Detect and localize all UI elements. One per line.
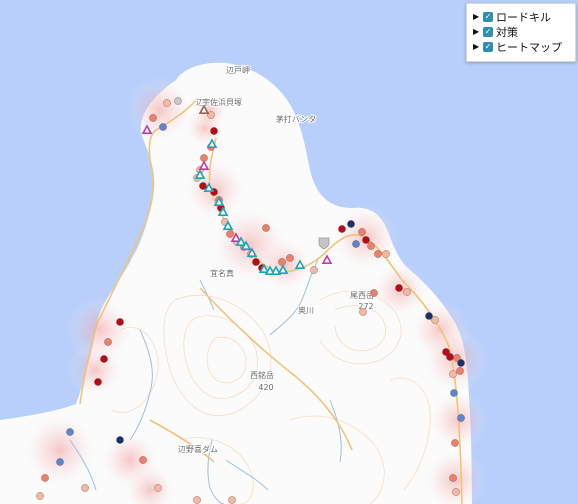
map-label-peak-o: 尾西岳 xyxy=(350,290,374,300)
roadkill-marker xyxy=(352,240,360,248)
map-label-dam: 辺野喜ダム xyxy=(178,444,218,454)
shield-icon xyxy=(318,237,330,250)
expand-arrow-icon[interactable]: ▶ xyxy=(473,42,483,51)
roadkill-marker xyxy=(338,225,346,233)
roadkill-marker xyxy=(41,474,49,482)
roadkill-marker xyxy=(362,236,370,244)
map-label-cape: 辺戸岬 xyxy=(226,66,250,75)
roadkill-marker xyxy=(382,250,390,258)
heat-blob xyxy=(67,342,123,398)
roadkill-marker xyxy=(286,254,294,262)
roadkill-marker xyxy=(449,370,457,378)
roadkill-marker xyxy=(193,496,201,504)
legend-item-label: ヒートマップ xyxy=(496,40,562,54)
roadkill-marker xyxy=(456,367,464,375)
checkbox-checked-icon[interactable]: ✓ xyxy=(483,11,493,22)
roadkill-marker xyxy=(81,484,89,492)
roadkill-marker xyxy=(347,220,355,228)
heat-blob xyxy=(22,412,98,488)
roadkill-marker xyxy=(310,266,318,274)
landmark-marker xyxy=(174,97,182,105)
roadkill-marker xyxy=(139,456,147,464)
checkbox-checked-icon[interactable]: ✓ xyxy=(483,26,493,37)
roadkill-marker xyxy=(226,230,234,238)
roadkill-marker xyxy=(367,242,375,250)
map-label-village: 宜名真 xyxy=(210,268,234,278)
roadkill-marker xyxy=(431,316,439,324)
expand-arrow-icon[interactable]: ▶ xyxy=(473,12,483,21)
roadkill-marker xyxy=(159,123,167,131)
roadkill-marker xyxy=(116,318,124,326)
legend-item-roadkill[interactable]: ▶ ✓ ロードキル xyxy=(473,9,571,24)
roadkill-marker xyxy=(457,359,465,367)
layer-legend: ▶ ✓ ロードキル ▶ ✓ 対策 ▶ ✓ ヒートマップ xyxy=(466,3,576,62)
checkbox-checked-icon[interactable]: ✓ xyxy=(483,41,493,52)
roadkill-marker xyxy=(450,389,458,397)
roadkill-marker xyxy=(36,492,44,500)
roadkill-marker xyxy=(358,228,366,236)
map-label-shore: 茅打バンタ xyxy=(276,114,316,124)
roadkill-marker xyxy=(451,439,459,447)
map-label-river: 奥川 xyxy=(298,305,314,315)
map-label-peak-nishi: 西銘岳 xyxy=(250,370,274,380)
roadkill-marker xyxy=(252,258,260,266)
roadkill-marker xyxy=(452,488,460,496)
roadkill-marker xyxy=(66,428,74,436)
roadkill-marker xyxy=(228,496,236,504)
roadkill-marker xyxy=(154,484,162,492)
roadkill-marker xyxy=(56,458,64,466)
map-label-place-1: 宇佐浜貝塚 xyxy=(202,97,242,107)
roadkill-marker xyxy=(94,378,102,386)
roadkill-marker xyxy=(262,224,270,232)
roadkill-marker xyxy=(374,250,382,258)
legend-item-label: ロードキル xyxy=(496,10,551,24)
map-canvas[interactable]: 辺戸岬 辺戸 宇佐浜貝塚 茅打バンタ 宜名真 奥川 西銘岳 420 尾西岳 272 辺野喜ダム xyxy=(0,0,578,504)
roadkill-marker xyxy=(403,288,411,296)
roadkill-marker xyxy=(163,99,171,107)
roadkill-marker xyxy=(457,414,465,422)
roadkill-marker xyxy=(449,474,457,482)
legend-item-measures[interactable]: ▶ ✓ 対策 xyxy=(473,24,571,39)
heat-blob xyxy=(126,76,194,144)
roadkill-marker xyxy=(446,353,454,361)
roadkill-marker xyxy=(199,182,207,190)
roadkill-marker xyxy=(370,289,378,297)
roadkill-marker xyxy=(210,127,218,135)
expand-arrow-icon[interactable]: ▶ xyxy=(473,27,483,36)
map-label-elev-nishi: 420 xyxy=(258,383,273,392)
roadkill-marker xyxy=(359,308,367,316)
roadkill-marker xyxy=(116,436,124,444)
legend-item-label: 対策 xyxy=(496,25,518,39)
roadkill-marker xyxy=(278,258,286,266)
roadkill-marker xyxy=(104,338,112,346)
legend-item-heatmap[interactable]: ▶ ✓ ヒートマップ xyxy=(473,39,571,54)
roadkill-marker xyxy=(100,355,108,363)
roadkill-marker xyxy=(395,284,403,292)
roadkill-marker xyxy=(149,114,157,122)
